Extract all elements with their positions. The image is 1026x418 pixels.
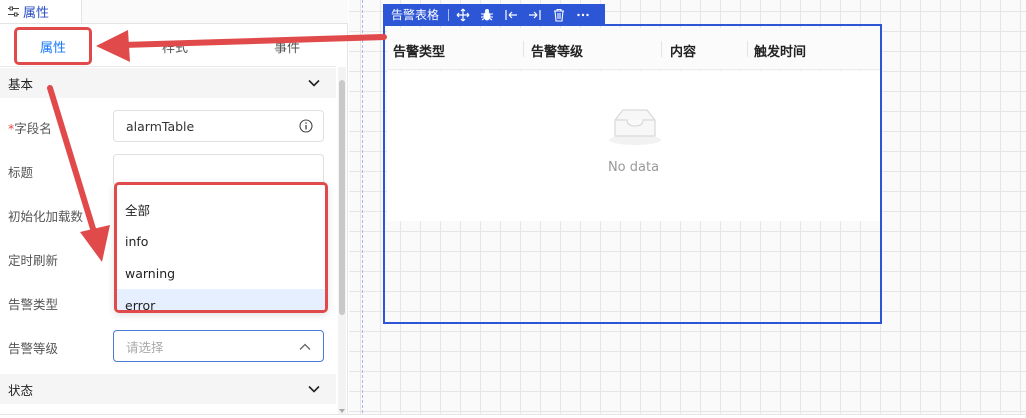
more-icon[interactable] xyxy=(576,8,590,22)
chevron-down-icon xyxy=(308,79,320,87)
info-icon[interactable] xyxy=(299,119,313,133)
panel-tab-label: 属性 xyxy=(23,6,50,21)
empty-text: No data xyxy=(607,160,660,175)
alarm-type-label: 告警类型 xyxy=(8,297,59,312)
chevron-down-icon xyxy=(308,385,320,393)
bug-icon[interactable] xyxy=(480,8,494,22)
field-name-input[interactable]: alarmTable xyxy=(113,110,324,142)
property-panel: 属性 样式 事件 属性 基本 *字段名 alarmTable 标题 初始化加载数… xyxy=(0,0,348,418)
align-right-icon[interactable] xyxy=(528,8,542,22)
dropdown-option-error[interactable]: error xyxy=(117,289,325,310)
dropdown-option-all[interactable]: 全部 xyxy=(117,193,325,225)
column-divider xyxy=(661,41,662,57)
bottom-border xyxy=(0,414,1026,418)
section-state-label: 状态 xyxy=(8,382,34,398)
panel-tab-properties[interactable]: 属性 xyxy=(0,0,82,24)
trash-icon[interactable] xyxy=(552,8,566,22)
section-basic-label: 基本 xyxy=(8,76,34,92)
column-header-trigger-time: 触发时间 xyxy=(754,45,807,60)
field-name-value: alarmTable xyxy=(126,118,195,134)
component-toolbar: 告警表格 xyxy=(383,4,605,25)
column-header-alarm-level: 告警等级 xyxy=(531,45,584,60)
alarm-type-dropdown: 全部 info warning error xyxy=(114,182,328,313)
dropdown-option-info[interactable]: info xyxy=(117,225,325,257)
column-divider xyxy=(523,41,524,57)
canvas-guide-line xyxy=(362,0,363,418)
column-header-content: 内容 xyxy=(670,45,697,60)
align-left-icon[interactable] xyxy=(504,8,518,22)
panel-scroll-thumb[interactable] xyxy=(339,80,345,315)
move-icon[interactable] xyxy=(456,8,470,22)
property-tabs: 样式 事件 属性 xyxy=(0,25,336,67)
alarm-table-component[interactable]: 告警类型 告警等级 内容 触发时间 No data xyxy=(383,24,882,324)
section-basic[interactable]: 基本 xyxy=(0,68,336,98)
table-header: 告警类型 告警等级 内容 触发时间 xyxy=(387,28,880,70)
alarm-level-label: 告警等级 xyxy=(8,341,59,356)
section-state[interactable]: 状态 xyxy=(0,374,336,404)
chevron-up-icon xyxy=(299,343,311,350)
field-name-label: *字段名 xyxy=(8,118,52,137)
empty-inbox-icon xyxy=(609,109,661,145)
app-root: 告警表格 告警类型 告警等级 内容 触发时间 No data 属性 样式 事件 … xyxy=(0,0,1026,418)
sliders-icon xyxy=(8,6,19,17)
field-name-label-text: 字段名 xyxy=(14,121,52,136)
toolbar-divider xyxy=(448,8,450,21)
dropdown-option-warning[interactable]: warning xyxy=(117,257,325,289)
component-name: 告警表格 xyxy=(391,8,440,22)
column-divider xyxy=(747,41,748,57)
column-header-alarm-type: 告警类型 xyxy=(393,45,446,60)
alarm-level-placeholder: 请选择 xyxy=(126,339,164,355)
title-label: 标题 xyxy=(8,165,34,180)
tab-attributes[interactable]: 属性 xyxy=(14,27,92,65)
tab-style[interactable]: 样式 xyxy=(162,25,188,67)
alarm-level-select[interactable]: 请选择 xyxy=(113,330,324,362)
panel-top-strip xyxy=(82,0,348,24)
timer-refresh-label: 定时刷新 xyxy=(8,253,59,268)
init-load-label: 初始化加载数 xyxy=(8,209,84,224)
tab-event[interactable]: 事件 xyxy=(274,25,300,67)
table-body: No data xyxy=(387,71,880,221)
